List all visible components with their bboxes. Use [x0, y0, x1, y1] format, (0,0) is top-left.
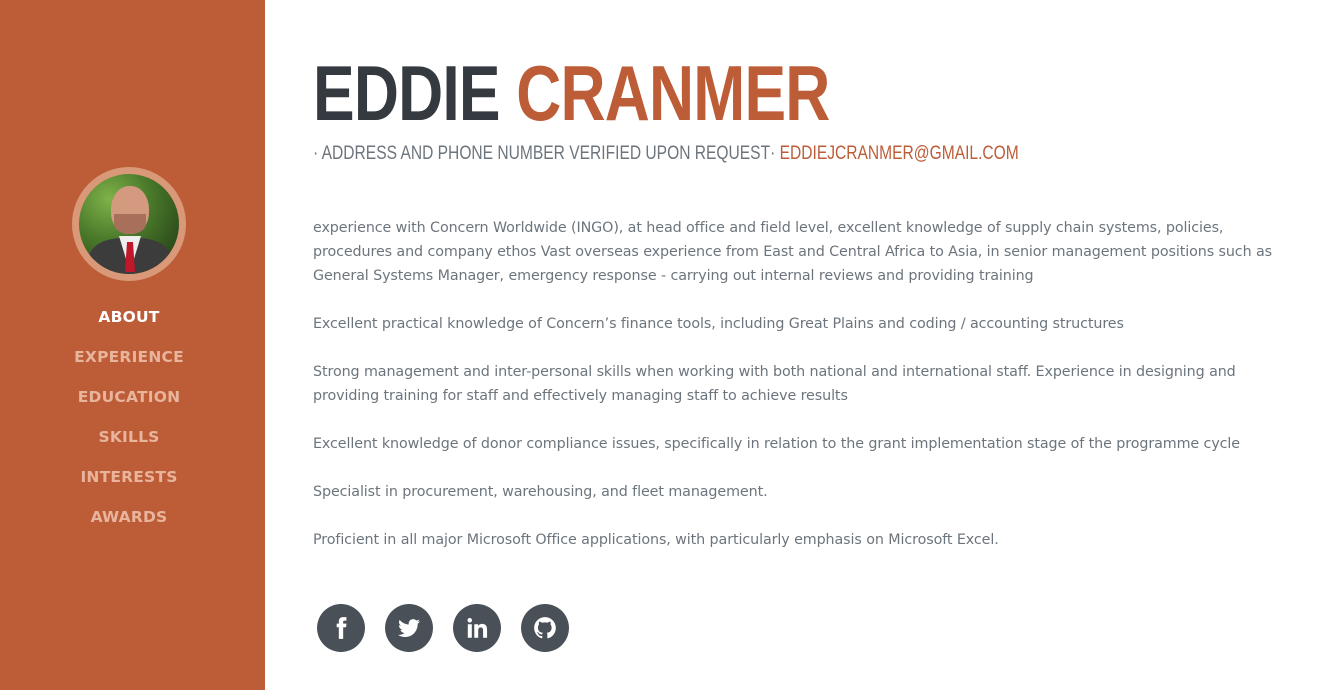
email-link[interactable]: EDDIEJCRANMER@GMAIL.COM [780, 143, 1019, 164]
sidebar: ABOUT EXPERIENCE EDUCATION SKILLS INTERE… [0, 0, 265, 690]
profile-photo [79, 174, 179, 274]
first-name: EDDIE [313, 49, 501, 137]
nav-item-interests[interactable]: INTERESTS [0, 464, 258, 504]
nav-item-skills[interactable]: SKILLS [0, 424, 258, 464]
nav-item-about[interactable]: ABOUT [0, 304, 258, 344]
nav-item-awards[interactable]: AWARDS [0, 504, 258, 544]
about-paragraph: Specialist in procurement, warehousing, … [313, 484, 768, 500]
about-paragraph: Proficient in all major Microsoft Office… [313, 532, 999, 548]
linkedin-icon[interactable] [453, 604, 501, 652]
contact-subheading: · ADDRESS AND PHONE NUMBER VERIFIED UPON… [313, 142, 1019, 166]
about-section: EDDIE CRANMER · ADDRESS AND PHONE NUMBER… [313, 0, 1303, 690]
facebook-icon[interactable] [317, 604, 365, 652]
about-paragraph: Excellent practical knowledge of Concern… [313, 316, 1124, 332]
page-title: EDDIE CRANMER [313, 48, 830, 138]
avatar [72, 167, 186, 281]
about-paragraph: Strong management and inter-personal ski… [313, 364, 1236, 404]
about-paragraph: experience with Concern Worldwide (INGO)… [313, 220, 1272, 284]
about-paragraph: Excellent knowledge of donor compliance … [313, 436, 1241, 452]
sidebar-nav: ABOUT EXPERIENCE EDUCATION SKILLS INTERE… [0, 304, 258, 544]
last-name: CRANMER [516, 49, 830, 137]
twitter-icon[interactable] [385, 604, 433, 652]
github-icon[interactable] [521, 604, 569, 652]
nav-item-experience[interactable]: EXPERIENCE [0, 344, 258, 384]
nav-item-education[interactable]: EDUCATION [0, 384, 258, 424]
contact-note: · ADDRESS AND PHONE NUMBER VERIFIED UPON… [313, 143, 780, 164]
